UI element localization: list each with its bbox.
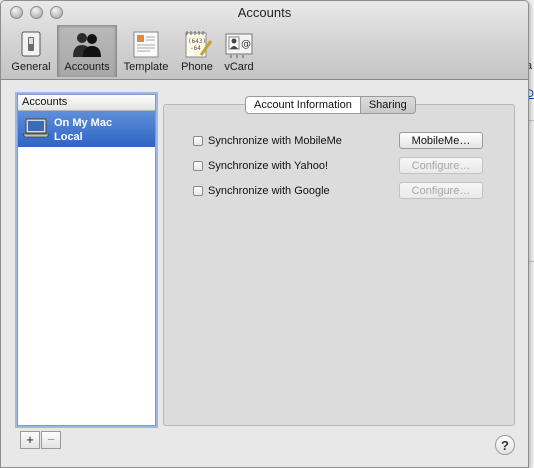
toolbar-item-phone[interactable]: (643) -64 Phone bbox=[177, 25, 217, 77]
svg-text:@: @ bbox=[241, 39, 251, 50]
title-bar: Accounts General Accounts Template (643)… bbox=[1, 1, 528, 80]
accounts-content: Accounts On My Mac Local Account Informa… bbox=[1, 80, 528, 467]
remove-account-button[interactable]: − bbox=[41, 431, 61, 449]
configure-google-button[interactable]: Configure… bbox=[399, 182, 483, 199]
svg-text:(643): (643) bbox=[188, 38, 206, 45]
sync-google-option[interactable]: Synchronize with Google bbox=[193, 184, 330, 198]
toolbar-label: General bbox=[11, 61, 51, 73]
sync-mobileme-label: Synchronize with MobileMe bbox=[208, 135, 342, 148]
window-title: Accounts bbox=[237, 5, 292, 20]
phone-note-icon: (643) -64 bbox=[185, 31, 213, 58]
tab-sharing[interactable]: Sharing bbox=[360, 96, 416, 114]
accounts-list-header: Accounts bbox=[18, 95, 155, 111]
sync-yahoo-option[interactable]: Synchronize with Yahoo! bbox=[193, 159, 328, 173]
sync-google-checkbox[interactable] bbox=[193, 186, 203, 197]
account-tabs: Account Information Sharing bbox=[245, 96, 416, 114]
toolbar-item-general[interactable]: General bbox=[7, 25, 55, 77]
sync-yahoo-label: Synchronize with Yahoo! bbox=[208, 160, 329, 173]
toolbar-item-template[interactable]: Template bbox=[118, 25, 174, 77]
sync-mobileme-option[interactable]: Synchronize with MobileMe bbox=[193, 134, 342, 148]
template-icon bbox=[133, 31, 159, 58]
svg-text:-64: -64 bbox=[190, 45, 201, 52]
tab-account-information[interactable]: Account Information bbox=[245, 96, 361, 114]
vcard-icon: @ bbox=[225, 33, 253, 58]
account-row-on-my-mac[interactable]: On My Mac Local bbox=[18, 111, 155, 147]
accounts-window: Accounts General Accounts Template (643)… bbox=[0, 0, 529, 468]
toolbar-item-accounts[interactable]: Accounts bbox=[57, 25, 117, 77]
sync-mobileme-checkbox[interactable] bbox=[193, 136, 203, 147]
people-icon bbox=[73, 33, 101, 57]
sync-yahoo-checkbox[interactable] bbox=[193, 161, 203, 172]
mobileme-button[interactable]: MobileMe… bbox=[399, 132, 483, 149]
toolbar-item-vcard[interactable]: @ vCard bbox=[219, 25, 259, 77]
toolbar-label: Accounts bbox=[64, 61, 110, 73]
account-type: Local bbox=[54, 131, 83, 143]
toolbar-label: Template bbox=[123, 61, 169, 73]
configure-yahoo-button[interactable]: Configure… bbox=[399, 157, 483, 174]
help-button[interactable]: ? bbox=[495, 435, 515, 455]
toolbar-label: vCard bbox=[224, 61, 254, 73]
switch-icon bbox=[21, 31, 41, 57]
account-name: On My Mac bbox=[54, 117, 113, 129]
laptop-icon bbox=[22, 118, 50, 138]
add-account-button[interactable]: + bbox=[20, 431, 40, 449]
accounts-list[interactable]: Accounts On My Mac Local bbox=[17, 94, 156, 426]
sync-google-label: Synchronize with Google bbox=[208, 185, 330, 198]
account-settings-panel bbox=[163, 104, 515, 426]
toolbar-label: Phone bbox=[181, 61, 213, 73]
